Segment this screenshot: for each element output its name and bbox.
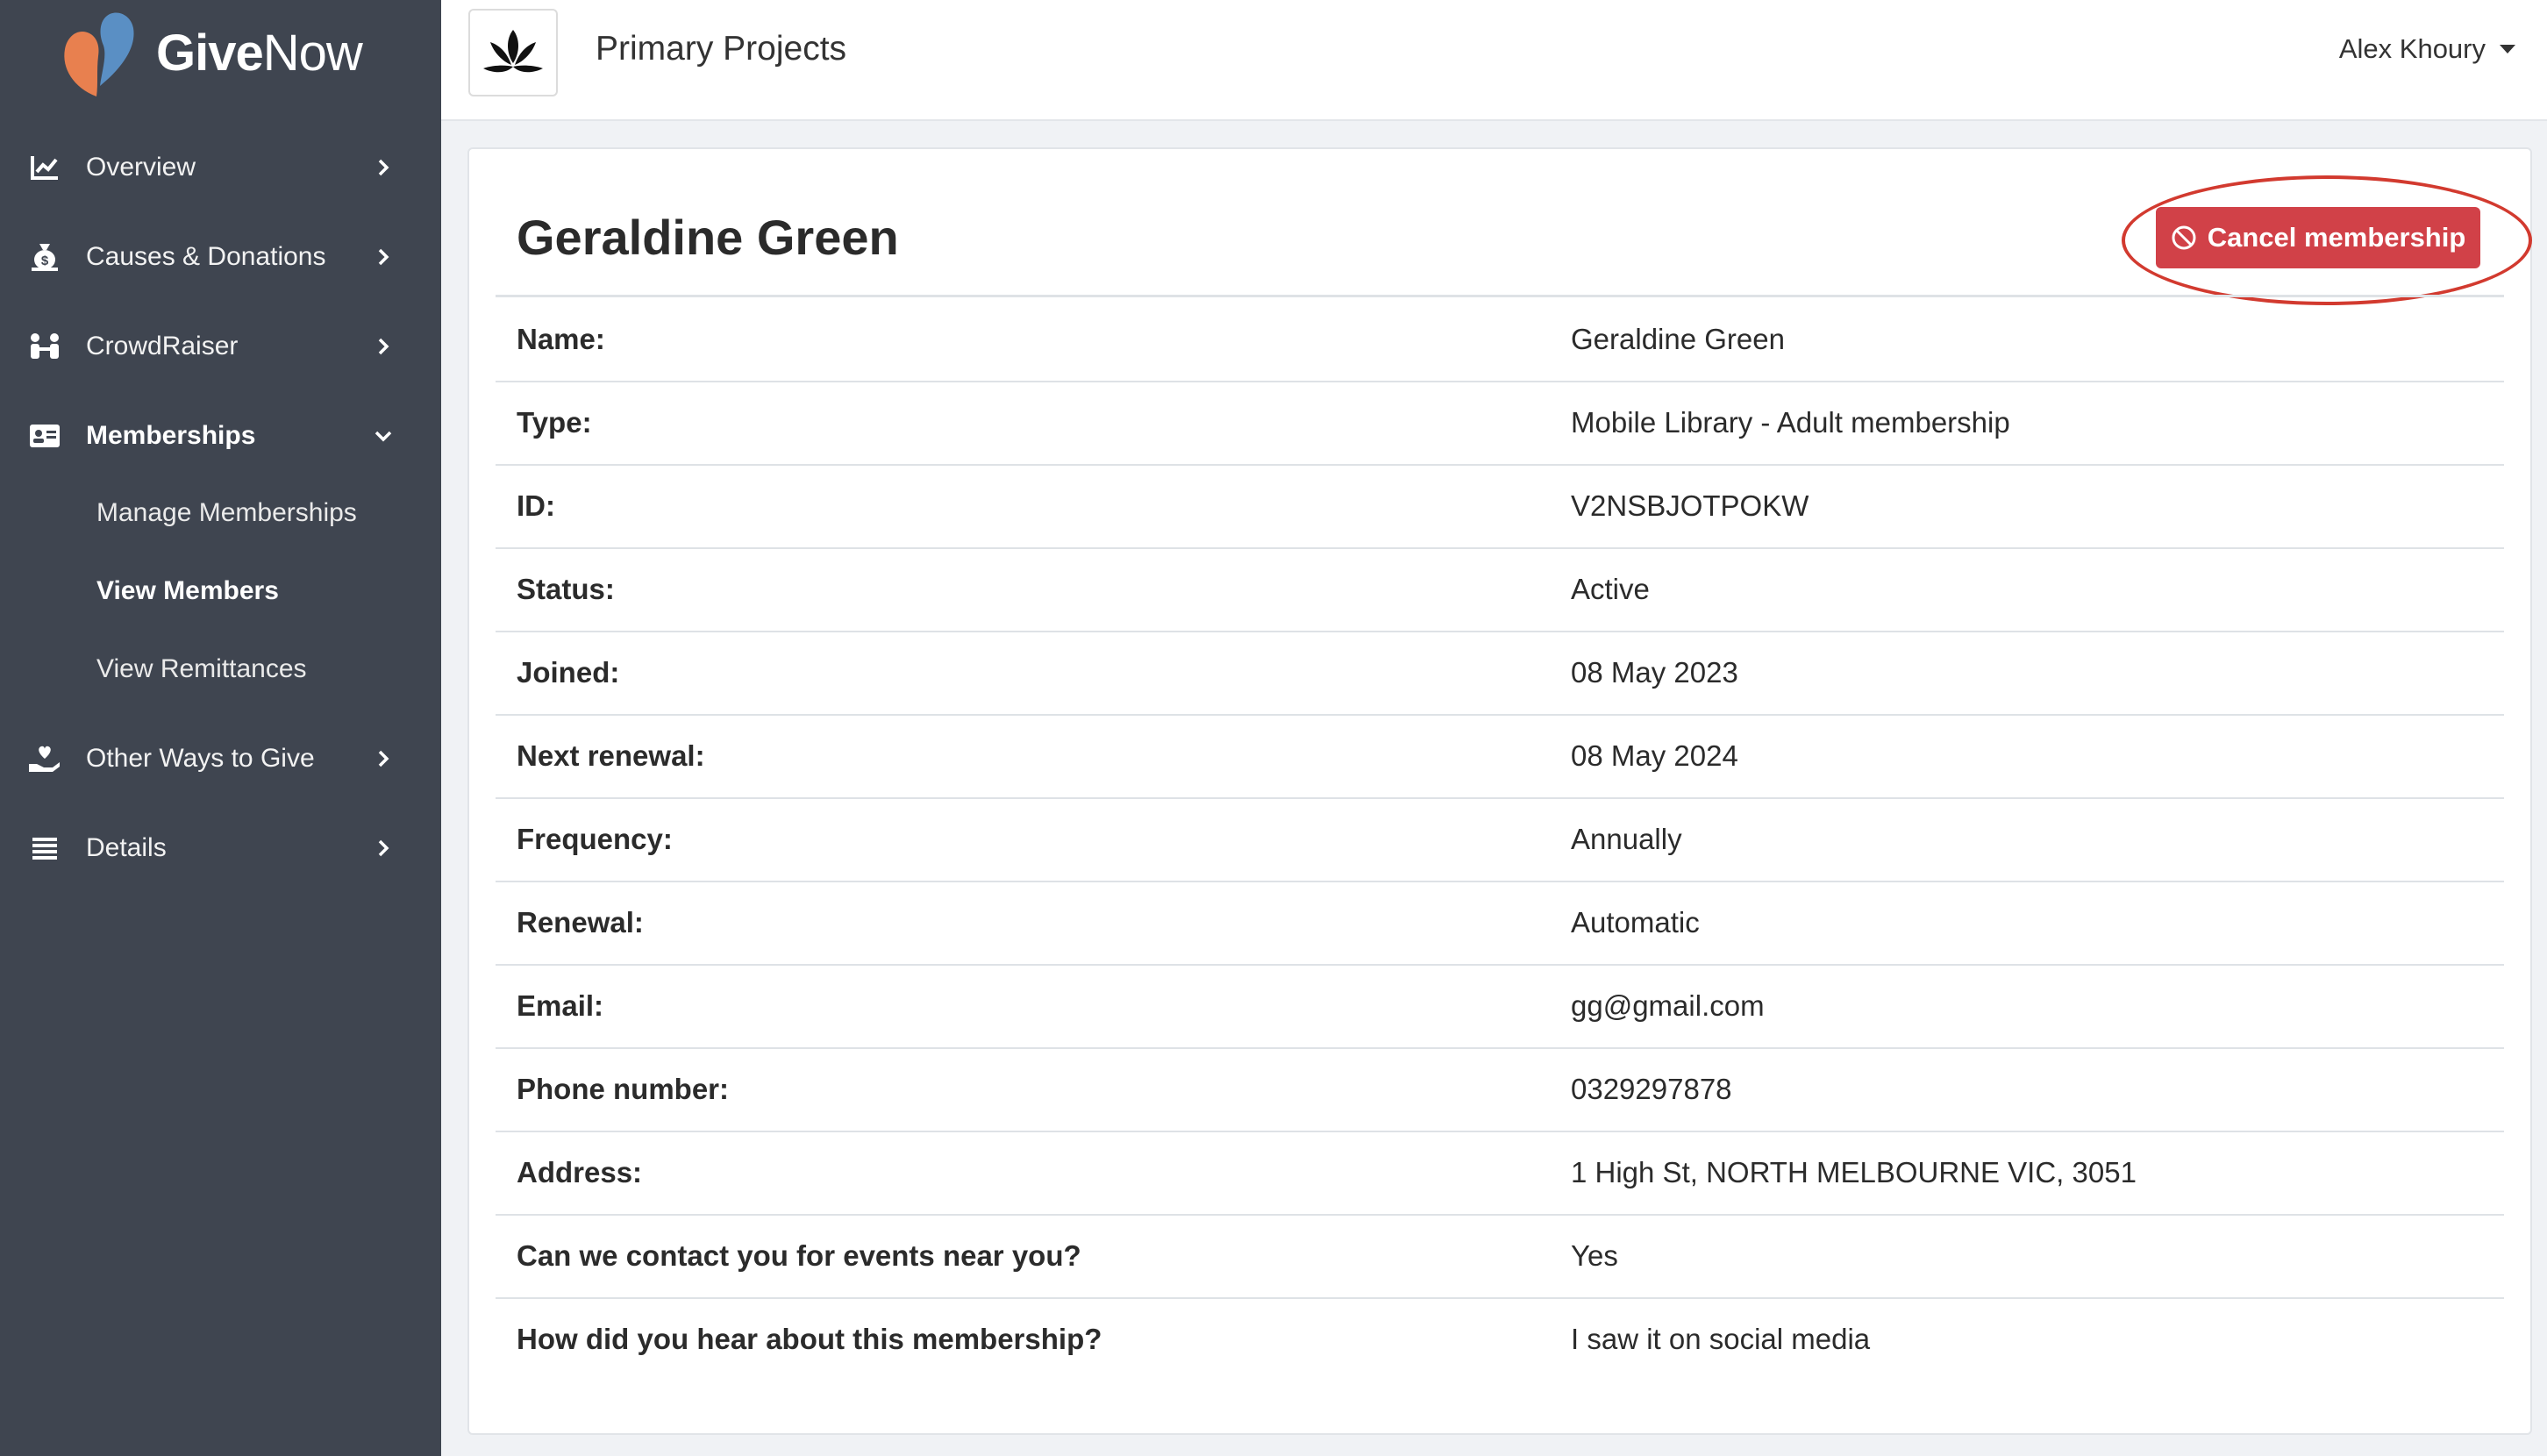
org-logo[interactable]	[468, 9, 558, 96]
detail-label: Email:	[517, 989, 604, 1022]
detail-label: Can we contact you for events near you?	[517, 1239, 1081, 1272]
detail-row: ID: V2NSBJOTPOKW	[496, 464, 2504, 549]
user-menu[interactable]: Alex Khoury	[2339, 33, 2515, 65]
detail-label: Status:	[517, 573, 615, 605]
sidebar-item-label: CrowdRaiser	[86, 332, 239, 360]
sidebar-item-details[interactable]: Details	[0, 809, 441, 888]
sidebar-item-label: Overview	[86, 153, 196, 182]
detail-label: Renewal:	[517, 906, 644, 939]
lotus-icon	[483, 30, 543, 73]
sidebar-subitem-view-members[interactable]: View Members	[0, 556, 441, 626]
hand-heart-icon	[28, 742, 61, 775]
detail-value: Geraldine Green	[1571, 323, 1785, 355]
detail-value: 0329297878	[1571, 1073, 1732, 1105]
user-name: Alex Khoury	[2338, 33, 2486, 64]
sidebar-subitem-label: Manage Memberships	[96, 498, 357, 527]
detail-value: 08 May 2024	[1571, 739, 1738, 772]
detail-value: Automatic	[1571, 906, 1700, 939]
ban-icon	[2172, 225, 2196, 250]
detail-value: V2NSBJOTPOKW	[1571, 489, 1809, 522]
detail-label: Phone number:	[517, 1073, 730, 1105]
sidebar-subitem-view-remittances[interactable]: View Remittances	[0, 634, 441, 704]
detail-label: Address:	[517, 1156, 643, 1188]
cancel-membership-label: Cancel membership	[2207, 222, 2466, 253]
detail-row: Name: Geraldine Green	[496, 297, 2504, 382]
logo-give: Give	[156, 24, 264, 82]
sidebar-item-label: Memberships	[86, 421, 256, 450]
detail-value: Mobile Library - Adult membership	[1571, 406, 2010, 439]
detail-value: 1 High St, NORTH MELBOURNE VIC, 3051	[1571, 1156, 2137, 1188]
list-icon	[28, 831, 61, 865]
sidebar-item-label: Details	[86, 833, 167, 862]
member-details-card: Geraldine Green Cancel membership Name: G…	[467, 147, 2532, 1435]
detail-label: ID:	[517, 489, 555, 522]
logo-now: Now	[262, 24, 363, 82]
detail-row: Frequency: Annually	[496, 797, 2504, 882]
sidebar-item-other-ways-to-give[interactable]: Other Ways to Give	[0, 719, 441, 798]
detail-label: Type:	[517, 406, 592, 439]
detail-row: Renewal: Automatic	[496, 881, 2504, 966]
detail-row: Email: gg@gmail.com	[496, 964, 2504, 1049]
cancel-membership-button[interactable]: Cancel membership	[2156, 207, 2480, 268]
detail-row: Status: Active	[496, 547, 2504, 632]
detail-row: Address: 1 High St, NORTH MELBOURNE VIC, …	[496, 1131, 2504, 1216]
detail-label: How did you hear about this membership?	[517, 1323, 1102, 1355]
detail-value: I saw it on social media	[1571, 1323, 1871, 1355]
detail-label: Joined:	[517, 656, 620, 689]
detail-row: Phone number: 0329297878	[496, 1047, 2504, 1132]
money-bag-icon: $	[28, 240, 61, 274]
detail-label: Frequency:	[517, 823, 673, 855]
detail-row: Can we contact you for events near you? Y…	[496, 1214, 2504, 1299]
sidebar-subitem-label: View Remittances	[96, 654, 307, 683]
logo-wordmark: GiveNow	[156, 24, 363, 82]
org-name: Primary Projects	[596, 30, 847, 68]
heart-logo-icon	[64, 12, 134, 96]
chevron-right-icon	[374, 839, 393, 858]
detail-value: Active	[1571, 573, 1650, 605]
sidebar-subitem-manage-memberships[interactable]: Manage Memberships	[0, 478, 441, 548]
sidebar: GiveNow Overview $ Causes & Donations Cr…	[0, 0, 441, 1456]
top-header: Primary Projects Alex Khoury	[441, 0, 2547, 121]
sidebar-item-overview[interactable]: Overview	[0, 128, 441, 207]
detail-label: Next renewal:	[517, 739, 705, 772]
sidebar-subitem-label: View Members	[96, 576, 279, 605]
detail-value: Annually	[1571, 823, 1682, 855]
id-card-icon	[28, 419, 61, 453]
givenow-logo[interactable]: GiveNow	[58, 7, 363, 98]
chevron-right-icon	[374, 158, 393, 177]
caret-down-icon	[2500, 45, 2515, 54]
detail-value: gg@gmail.com	[1571, 989, 1765, 1022]
chevron-right-icon	[374, 247, 393, 267]
detail-row: Next renewal: 08 May 2024	[496, 714, 2504, 799]
svg-text:$: $	[41, 253, 49, 268]
sidebar-item-label: Causes & Donations	[86, 242, 326, 271]
detail-value: Yes	[1571, 1239, 1618, 1272]
chevron-down-icon	[374, 426, 393, 446]
chevron-right-icon	[374, 337, 393, 356]
sidebar-item-label: Other Ways to Give	[86, 744, 315, 773]
sidebar-item-memberships[interactable]: Memberships	[0, 396, 441, 475]
chevron-right-icon	[374, 749, 393, 768]
detail-value: 08 May 2023	[1571, 656, 1738, 689]
detail-label: Name:	[517, 323, 605, 355]
people-icon	[28, 330, 61, 363]
sidebar-item-crowdraiser[interactable]: CrowdRaiser	[0, 307, 441, 386]
detail-row: How did you hear about this membership? I…	[496, 1297, 2504, 1381]
detail-row: Joined: 08 May 2023	[496, 631, 2504, 716]
chart-line-icon	[28, 151, 61, 184]
page-title: Geraldine Green	[517, 210, 899, 265]
sidebar-item-causes-donations[interactable]: $ Causes & Donations	[0, 218, 441, 296]
detail-row: Type: Mobile Library - Adult membership	[496, 381, 2504, 466]
